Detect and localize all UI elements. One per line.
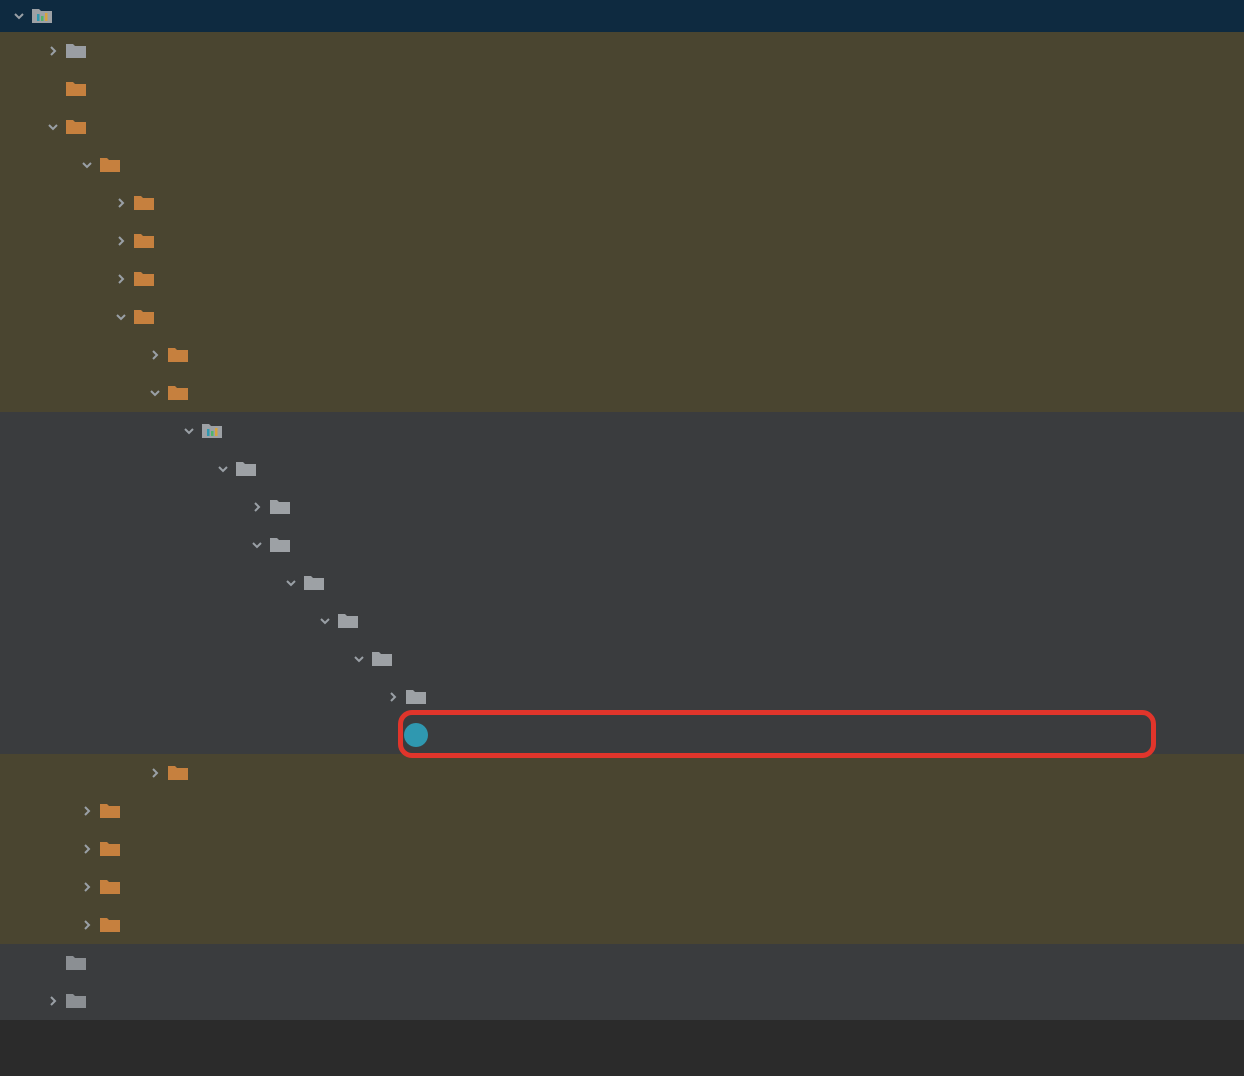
chevron-down-icon[interactable] [314, 614, 336, 628]
tree-row-debug-main[interactable] [0, 412, 1244, 450]
tree-row-alibaba[interactable] [0, 488, 1244, 526]
chevron-right-icon[interactable] [76, 842, 98, 856]
chevron-right-icon[interactable] [42, 994, 64, 1008]
chevron-down-icon[interactable] [212, 462, 234, 476]
tree-row-generated-inner[interactable] [0, 640, 1244, 678]
package-icon [404, 685, 428, 709]
chevron-down-icon[interactable] [76, 158, 98, 172]
tree-row-res[interactable] [0, 260, 1244, 298]
chevron-down-icon[interactable] [110, 310, 132, 324]
project-tree [0, 0, 1244, 1020]
folder-icon [98, 799, 122, 823]
chevron-down-icon[interactable] [280, 576, 302, 590]
folder-icon [166, 381, 190, 405]
tree-row-service[interactable] [0, 678, 1244, 716]
package-icon [268, 533, 292, 557]
tree-row-class-file[interactable] [0, 716, 1244, 754]
chevron-right-icon[interactable] [382, 690, 404, 704]
folder-icon [98, 153, 122, 177]
package-icon [234, 457, 258, 481]
chevron-right-icon[interactable] [144, 766, 166, 780]
chevron-right-icon[interactable] [246, 500, 268, 514]
package-icon [336, 609, 360, 633]
folder-icon [132, 305, 156, 329]
tree-row-router[interactable] [0, 602, 1244, 640]
chevron-right-icon[interactable] [76, 880, 98, 894]
chevron-right-icon[interactable] [42, 44, 64, 58]
tree-row-com[interactable] [0, 450, 1244, 488]
tree-row-gradle[interactable] [0, 70, 1244, 108]
chevron-right-icon[interactable] [76, 804, 98, 818]
chevron-right-icon[interactable] [110, 234, 132, 248]
chevron-down-icon[interactable] [42, 120, 64, 134]
tree-row-data-binding[interactable] [0, 222, 1244, 260]
tree-row-cxx[interactable] [0, 32, 1244, 70]
folder-icon [64, 951, 88, 975]
tree-row-buildconfig[interactable] [0, 336, 1244, 374]
chevron-down-icon[interactable] [8, 9, 30, 23]
tree-row-generated[interactable] [0, 146, 1244, 184]
tree-row-outputs[interactable] [0, 868, 1244, 906]
module-icon [30, 4, 54, 28]
class-icon [404, 723, 428, 747]
folder-icon [132, 267, 156, 291]
tree-row-source[interactable] [0, 298, 1244, 336]
tree-row-sankuai[interactable] [0, 526, 1244, 564]
chevron-down-icon[interactable] [144, 386, 166, 400]
folder-icon [64, 39, 88, 63]
folder-icon [166, 343, 190, 367]
folder-icon [98, 875, 122, 899]
folder-icon [98, 837, 122, 861]
tree-row-tmp[interactable] [0, 906, 1244, 944]
folder-icon [98, 913, 122, 937]
tree-row-libs[interactable] [0, 944, 1244, 982]
folder-icon [64, 115, 88, 139]
package-icon [268, 495, 292, 519]
folder-icon [132, 191, 156, 215]
package-icon [370, 647, 394, 671]
chevron-right-icon[interactable] [110, 196, 132, 210]
tree-row-kapt[interactable] [0, 374, 1244, 412]
chevron-down-icon[interactable] [348, 652, 370, 666]
chevron-right-icon[interactable] [144, 348, 166, 362]
folder-icon [132, 229, 156, 253]
chevron-right-icon[interactable] [110, 272, 132, 286]
chevron-right-icon[interactable] [76, 918, 98, 932]
tree-row-build[interactable] [0, 108, 1244, 146]
tree-row-kaptkotlin[interactable] [0, 754, 1244, 792]
tree-row-intermediates[interactable] [0, 792, 1244, 830]
tree-row-ap-generated-sources[interactable] [0, 184, 1244, 222]
sources-root-icon [200, 419, 224, 443]
chevron-down-icon[interactable] [178, 424, 200, 438]
folder-icon [64, 77, 88, 101]
folder-icon [166, 761, 190, 785]
tree-row-kotlin[interactable] [0, 830, 1244, 868]
folder-icon [64, 989, 88, 1013]
tree-row-waimai[interactable] [0, 564, 1244, 602]
tree-row-root[interactable] [0, 0, 1244, 32]
tree-row-src[interactable] [0, 982, 1244, 1020]
chevron-down-icon[interactable] [246, 538, 268, 552]
package-icon [302, 571, 326, 595]
